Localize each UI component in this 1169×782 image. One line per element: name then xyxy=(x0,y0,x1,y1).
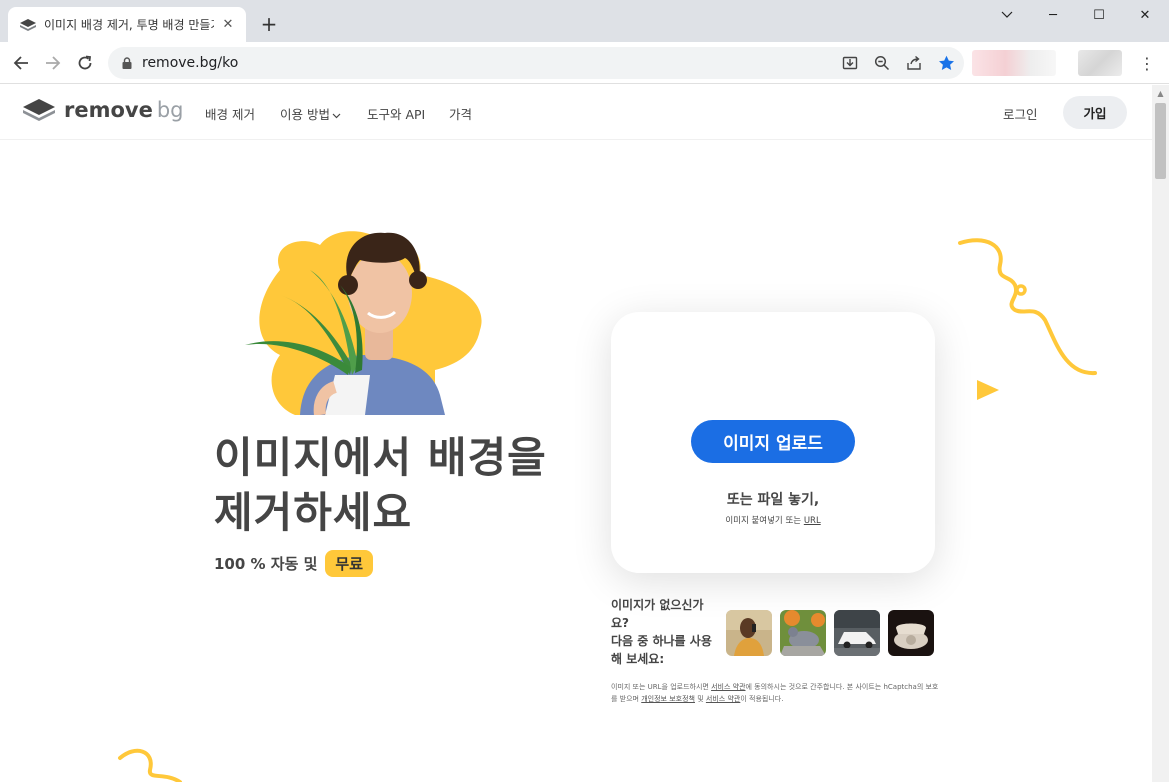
new-tab-button[interactable]: + xyxy=(258,13,280,35)
no-image-line3: 다음 중 하나를 사용 xyxy=(611,634,712,648)
drop-file-text: 또는 파일 놓기, xyxy=(726,492,820,508)
legal-part4: 이 적용됩니다. xyxy=(740,695,784,703)
paste-url-text: 이미지 붙여넣기 또는 URL xyxy=(611,514,935,526)
legal-notice: 이미지 또는 URL을 업로드하시면 서비스 약관에 동의하시는 것으로 간주합… xyxy=(611,681,941,705)
sample-car-thumbnail[interactable] xyxy=(834,610,880,656)
nav-tools-api[interactable]: 도구와 API xyxy=(367,104,425,123)
close-window-button[interactable]: ✕ xyxy=(1122,0,1168,30)
free-badge: 무료 xyxy=(325,550,374,577)
tab-title: 이미지 배경 제거, 투명 배경 만들기 xyxy=(44,18,214,32)
nav-how-to-use[interactable]: 이용 방법 xyxy=(280,104,341,123)
zoom-icon[interactable] xyxy=(873,54,891,72)
lock-icon xyxy=(120,56,134,70)
scroll-up-arrow-icon[interactable]: ▲ xyxy=(1152,85,1169,102)
no-image-line4: 해 보세요: xyxy=(611,652,665,666)
yellow-squiggle-decoration xyxy=(958,238,1097,376)
no-image-line1: 이미지가 없으신가 xyxy=(611,598,704,612)
window-chevron-icon[interactable] xyxy=(984,0,1030,30)
hero-subline-text: 100 % 자동 및 xyxy=(214,555,318,573)
upload-card[interactable]: 이미지 업로드 또는 파일 놓기, 이미지 붙여넣기 또는 URL xyxy=(611,312,935,573)
back-arrow-icon[interactable] xyxy=(9,51,33,75)
profile-avatar[interactable] xyxy=(1078,50,1122,76)
sample-person-thumbnail[interactable] xyxy=(726,610,772,656)
page-content: remove bg 배경 제거 이용 방법 도구와 API 가격 로그인 가입 이… xyxy=(0,85,1152,782)
url-text: remove.bg/ko xyxy=(142,55,239,71)
logo-word-remove: remove xyxy=(64,98,153,122)
yellow-triangle-decoration xyxy=(977,380,999,400)
scroll-thumb[interactable] xyxy=(1155,103,1166,179)
terms-link-2[interactable]: 서비스 약관 xyxy=(706,695,740,703)
hero-headline: 이미지에서 배경을 제거하세요 xyxy=(214,430,547,540)
extension-icon[interactable] xyxy=(972,50,1056,76)
browser-tab-strip: 이미지 배경 제거, 투명 배경 만들기 ✕ + ─ ☐ ✕ xyxy=(0,0,1169,42)
menu-kebab-icon[interactable]: ⋮ xyxy=(1138,52,1156,74)
share-icon[interactable] xyxy=(905,54,923,72)
download-icon[interactable] xyxy=(841,54,859,72)
reload-icon[interactable] xyxy=(73,51,97,75)
address-bar[interactable]: remove.bg/ko xyxy=(108,47,964,79)
hero-person-image xyxy=(245,231,482,415)
hero-subline: 100 % 자동 및 무료 xyxy=(214,550,374,577)
removebg-logo[interactable]: remove bg xyxy=(22,98,184,122)
signup-button[interactable]: 가입 xyxy=(1063,96,1127,129)
maximize-button[interactable]: ☐ xyxy=(1076,0,1122,30)
upload-image-button[interactable]: 이미지 업로드 xyxy=(691,420,855,463)
browser-toolbar: remove.bg/ko ⋮ xyxy=(0,42,1169,84)
hero-headline-line1: 이미지에서 배경을 xyxy=(214,433,547,482)
nav-remove-background[interactable]: 배경 제거 xyxy=(205,104,255,123)
removebg-favicon-icon xyxy=(20,17,36,33)
bookmark-star-icon[interactable] xyxy=(937,54,955,72)
sample-pigeon-thumbnail[interactable] xyxy=(780,610,826,656)
forward-arrow-icon[interactable] xyxy=(41,51,65,75)
privacy-policy-link[interactable]: 개인정보 보호정책 xyxy=(641,695,695,703)
hero-headline-line2: 제거하세요 xyxy=(214,488,413,537)
logo-layers-icon xyxy=(23,99,55,121)
paste-text-label: 이미지 붙여넣기 또는 xyxy=(725,516,802,526)
no-image-line2: 요? xyxy=(611,616,630,630)
page-scrollbar[interactable]: ▲ xyxy=(1152,85,1169,782)
minimize-button[interactable]: ─ xyxy=(1030,0,1076,30)
url-link[interactable]: URL xyxy=(804,516,821,526)
logo-word-bg: bg xyxy=(156,98,184,122)
nav-pricing[interactable]: 가격 xyxy=(449,104,472,123)
site-header: remove bg 배경 제거 이용 방법 도구와 API 가격 로그인 가입 xyxy=(0,85,1152,140)
legal-part1: 이미지 또는 URL을 업로드하시면 xyxy=(611,683,709,691)
legal-part3: 및 xyxy=(697,695,704,703)
yellow-curl-decoration xyxy=(118,748,182,782)
tab-close-icon[interactable]: ✕ xyxy=(220,17,236,33)
no-image-prompt: 이미지가 없으신가 요? 다음 중 하나를 사용 해 보세요: xyxy=(611,596,721,668)
chevron-down-icon xyxy=(332,113,341,119)
terms-link-1[interactable]: 서비스 약관 xyxy=(711,683,745,691)
browser-tab[interactable]: 이미지 배경 제거, 투명 배경 만들기 ✕ xyxy=(8,7,246,42)
sample-telephone-thumbnail[interactable] xyxy=(888,610,934,656)
login-link[interactable]: 로그인 xyxy=(1003,104,1038,123)
nav-how-to-use-label: 이용 방법 xyxy=(280,107,330,122)
